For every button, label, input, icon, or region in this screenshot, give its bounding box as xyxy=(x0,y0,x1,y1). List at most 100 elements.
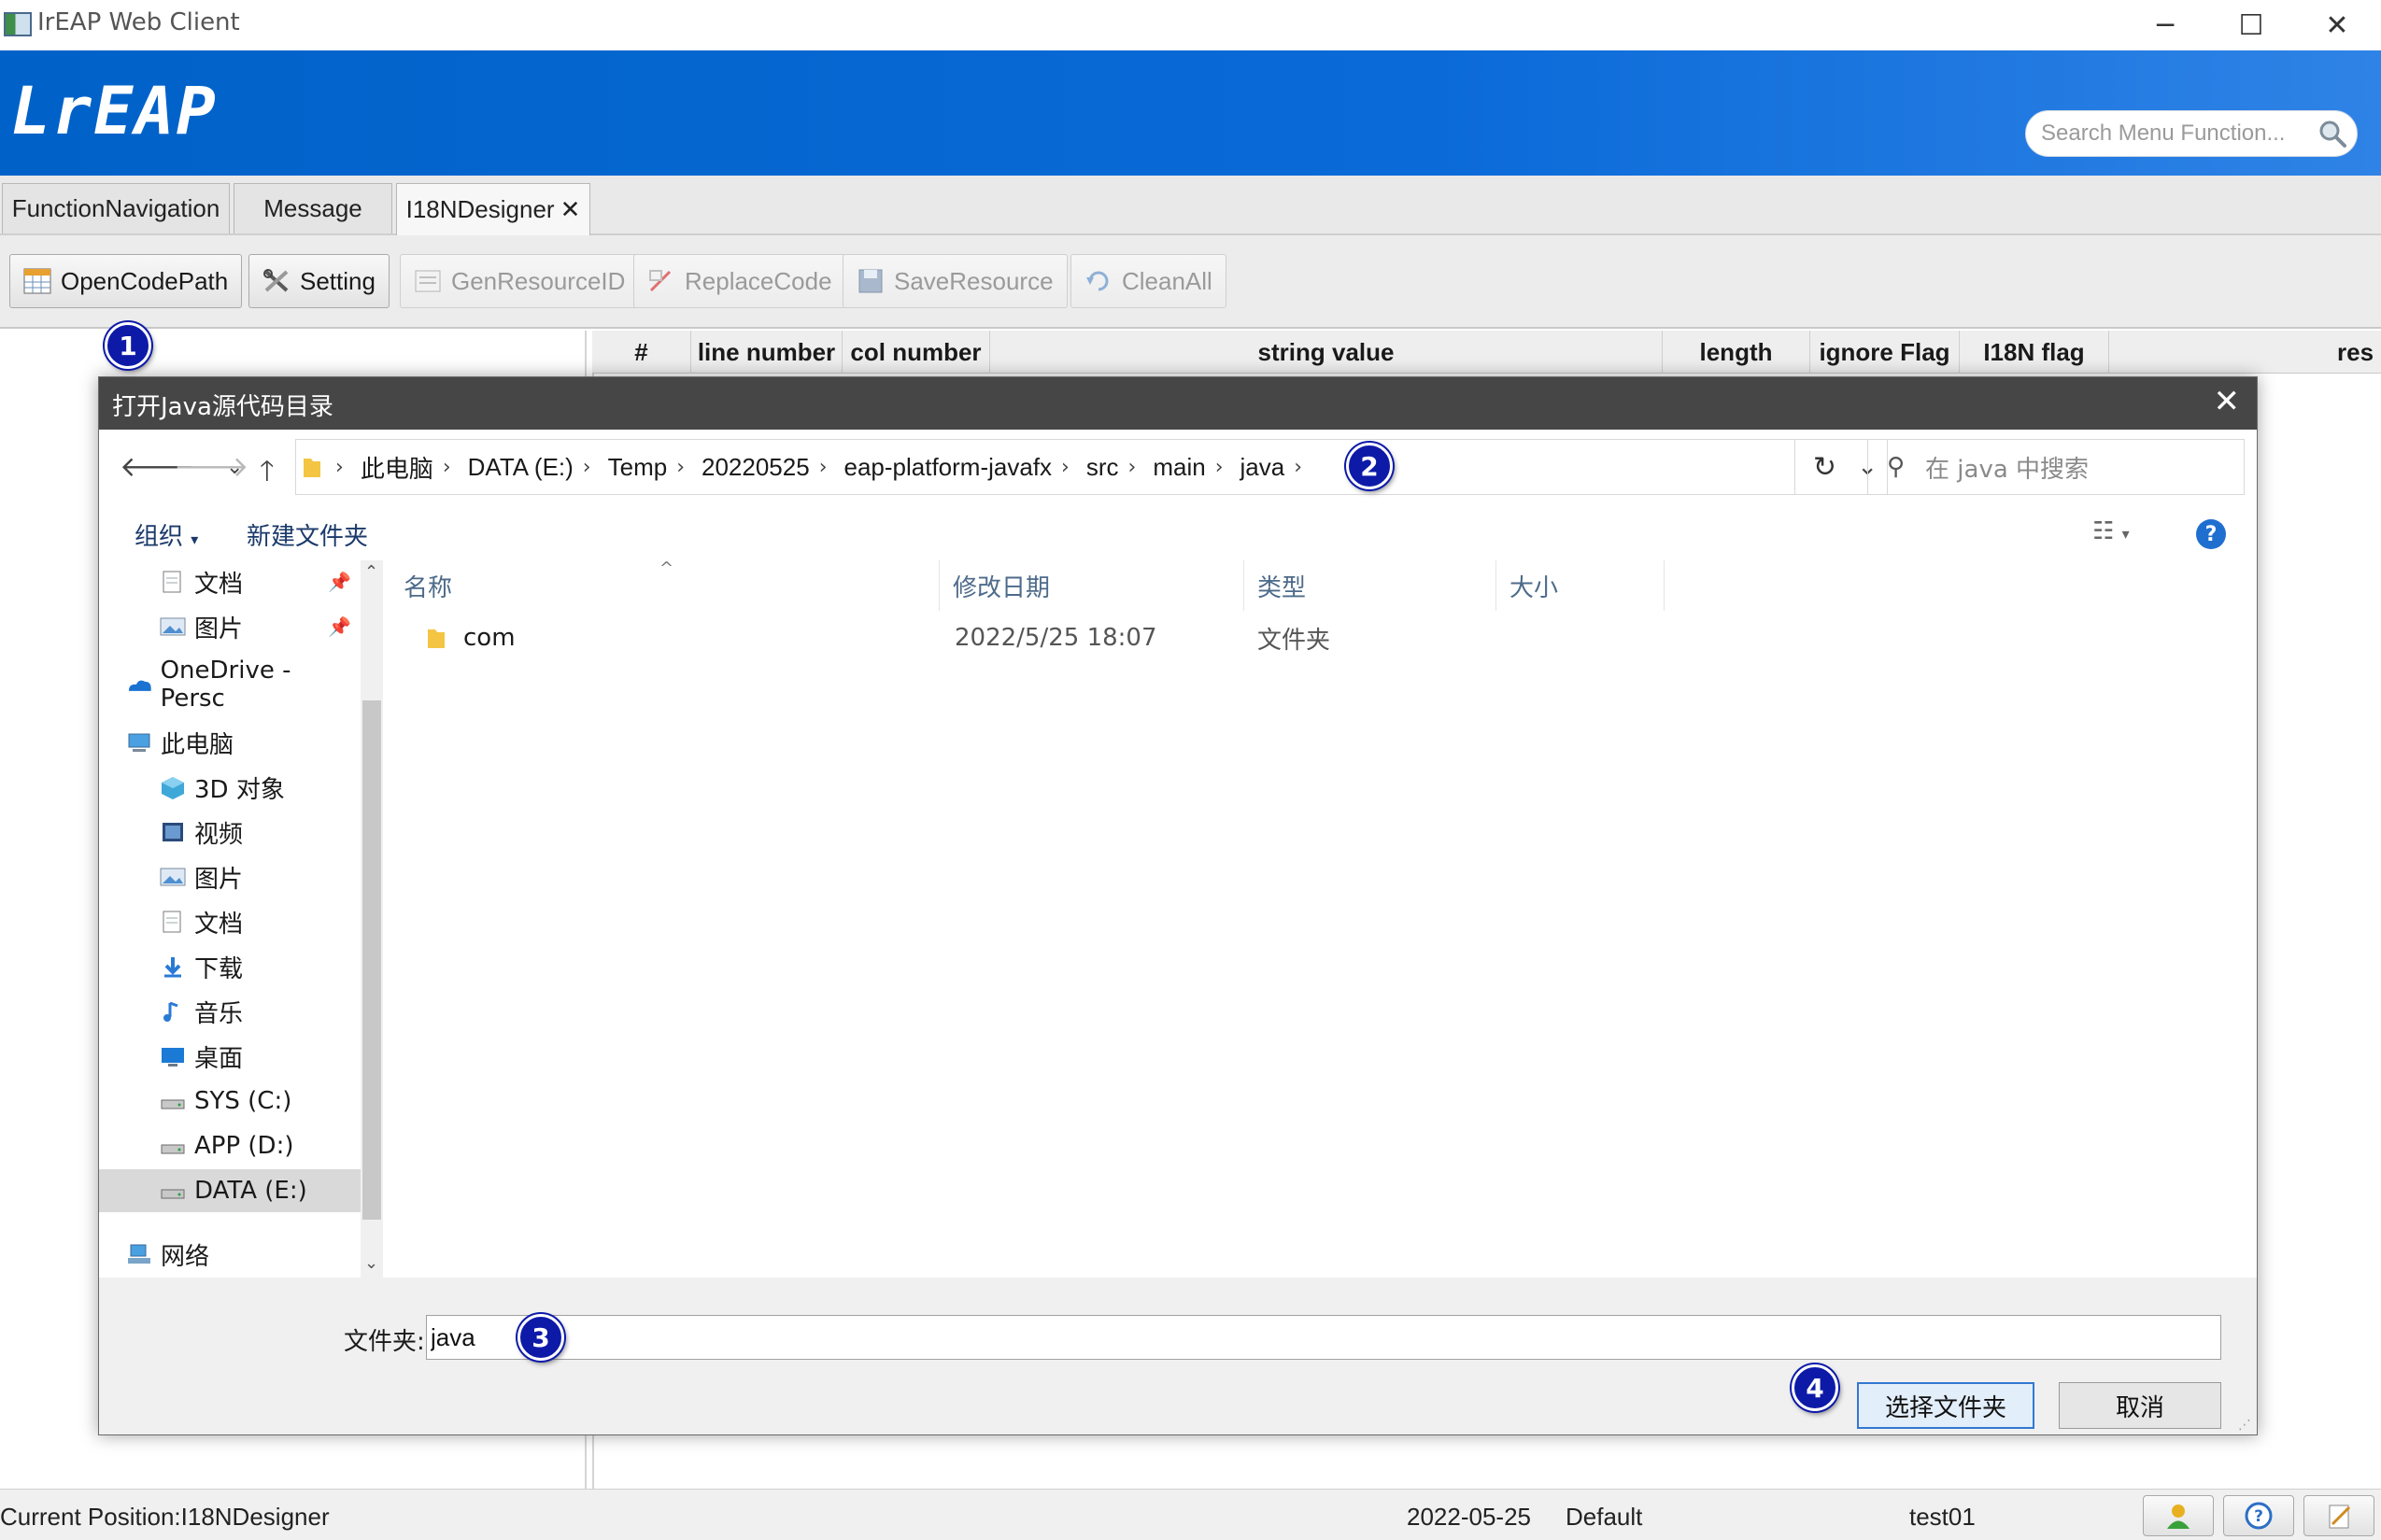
breadcrumb-separator[interactable]: › xyxy=(1215,456,1224,479)
step-marker-1: 1 xyxy=(105,322,151,369)
clean-all-button[interactable]: CleanAll xyxy=(1070,254,1226,308)
nav-item[interactable]: 3D 对象 xyxy=(99,766,361,809)
scrollbar-thumb[interactable] xyxy=(362,700,381,1220)
help-button[interactable]: ? xyxy=(2223,1495,2294,1536)
tab-message[interactable]: Message xyxy=(234,183,392,233)
gen-resource-id-button[interactable]: GenResourceID xyxy=(400,254,640,308)
breadcrumb-separator[interactable]: › xyxy=(583,456,591,479)
breadcrumb-java[interactable]: java xyxy=(1240,453,1285,482)
folder-name-input[interactable] xyxy=(426,1315,2221,1360)
maximize-button[interactable]: ☐ xyxy=(2208,0,2294,50)
column-name[interactable]: 名称 ^ xyxy=(389,558,940,611)
breadcrumb-20220525[interactable]: 20220525 xyxy=(702,453,810,482)
nav-item-label: 文档 xyxy=(194,910,244,939)
window-title-bar: IrEAP Web Client ─ ☐ ✕ xyxy=(0,0,2381,50)
file-row[interactable]: com 2022/5/25 18:07 文件夹 xyxy=(389,616,1696,659)
up-arrow-icon[interactable]: 🡑 xyxy=(260,450,275,498)
recent-dropdown-icon[interactable]: ⌄ xyxy=(226,456,243,479)
folder-search-placeholder: 在 java 中搜索 xyxy=(1925,455,2090,484)
breadcrumb-separator[interactable]: › xyxy=(819,456,828,479)
search-icon[interactable] xyxy=(2317,119,2347,148)
close-window-button[interactable]: ✕ xyxy=(2294,0,2380,50)
organize-menu[interactable]: 组织 ▾ xyxy=(135,517,198,552)
dialog-close-icon[interactable]: ✕ xyxy=(2214,383,2241,420)
nav-item[interactable]: APP (D:) xyxy=(99,1124,361,1167)
folder-search-box[interactable]: ⚲ 在 java 中搜索 xyxy=(1867,439,2245,495)
nav-item[interactable]: 图片 xyxy=(99,855,361,898)
breadcrumb-temp[interactable]: Temp xyxy=(608,453,668,482)
nav-item[interactable]: 此电脑 xyxy=(99,721,361,764)
breadcrumb-data-drive[interactable]: DATA (E:) xyxy=(468,453,574,482)
button-label: GenResourceID xyxy=(451,266,626,295)
dialog-footer: 文件夹: 选择文件夹 取消 ⋰ xyxy=(99,1278,2257,1434)
column-header-line-number[interactable]: line number xyxy=(691,331,843,374)
breadcrumb-separator[interactable]: › xyxy=(1128,456,1137,479)
breadcrumb-this-pc[interactable]: 此电脑 xyxy=(361,450,433,485)
step-marker-4: 4 xyxy=(1792,1364,1838,1411)
nav-item[interactable]: 视频 xyxy=(99,811,361,854)
minimize-button[interactable]: ─ xyxy=(2122,0,2208,50)
replace-code-button[interactable]: ReplaceCode xyxy=(633,254,846,308)
select-folder-button[interactable]: 选择文件夹 xyxy=(1857,1382,2034,1429)
dialog-help-icon[interactable]: ? xyxy=(2196,519,2226,549)
open-folder-dialog: 打开Java源代码目录 ✕ 🡐 🡒 ⌄ 🡑 › 此电脑 › DATA (E:) … xyxy=(98,376,2258,1435)
column-header-length[interactable]: length xyxy=(1663,331,1810,374)
column-header-col-number[interactable]: col number xyxy=(843,331,990,374)
notes-button[interactable] xyxy=(2303,1495,2374,1536)
folder-icon xyxy=(304,459,320,477)
refresh-button[interactable]: ↻ xyxy=(1794,439,1854,495)
column-type[interactable]: 类型 xyxy=(1244,560,1496,611)
setting-button[interactable]: Setting xyxy=(248,254,390,308)
resize-grip-icon[interactable]: ⋰ xyxy=(2238,1418,2251,1433)
nav-item[interactable]: 桌面 xyxy=(99,1035,361,1078)
new-folder-button[interactable]: 新建文件夹 xyxy=(247,517,368,552)
nav-item[interactable]: 图片 📌 xyxy=(99,605,361,648)
nav-item[interactable]: SYS (C:) xyxy=(99,1080,361,1123)
breadcrumb-main[interactable]: main xyxy=(1153,453,1205,482)
column-header-ignore-flag[interactable]: ignore Flag xyxy=(1810,331,1960,374)
nav-item[interactable]: DATA (E:) xyxy=(99,1169,361,1212)
address-bar[interactable]: › 此电脑 › DATA (E:) › Temp › 20220525 › ea… xyxy=(295,439,1888,495)
column-size[interactable]: 大小 xyxy=(1496,560,1665,611)
scroll-up-icon[interactable]: ⌃ xyxy=(364,562,378,582)
user-button[interactable] xyxy=(2143,1495,2214,1536)
file-list: 名称 ^ 修改日期 类型 大小 com 2022/5/25 18:07 文件夹 xyxy=(389,558,2257,1278)
column-header-res[interactable]: res xyxy=(2337,331,2381,374)
view-options-icon[interactable]: ☷ ▾ xyxy=(2092,517,2130,545)
nav-item[interactable]: 网络 xyxy=(99,1233,361,1276)
column-header-index[interactable]: # xyxy=(592,331,691,374)
column-modified[interactable]: 修改日期 xyxy=(940,560,1244,611)
column-header-string-value[interactable]: string value xyxy=(990,331,1663,374)
breadcrumb-separator[interactable]: › xyxy=(443,456,451,479)
navigation-scrollbar[interactable]: ⌃ ⌄ xyxy=(361,560,383,1278)
close-tab-icon[interactable]: ✕ xyxy=(560,195,581,224)
breadcrumb-separator[interactable]: › xyxy=(676,456,685,479)
nav-item[interactable]: 音乐 xyxy=(99,990,361,1033)
breadcrumb-separator[interactable]: › xyxy=(1294,456,1302,479)
column-header-i18n-flag[interactable]: I18N flag xyxy=(1960,331,2109,374)
breadcrumb-separator[interactable]: › xyxy=(1061,456,1070,479)
nav-item[interactable]: OneDrive - Persc xyxy=(99,657,361,713)
save-resource-button[interactable]: SaveResource xyxy=(843,254,1068,308)
menu-search-box[interactable] xyxy=(2025,110,2358,157)
tab-label: Message xyxy=(263,194,362,222)
pin-icon[interactable]: 📌 xyxy=(328,615,351,638)
scroll-down-icon[interactable]: ⌄ xyxy=(364,1253,378,1273)
nav-item[interactable]: 文档 xyxy=(99,900,361,943)
menu-search-input[interactable] xyxy=(2041,117,2312,150)
open-code-path-button[interactable]: OpenCodePath xyxy=(9,254,243,308)
status-user: test01 xyxy=(1909,1503,1976,1531)
cancel-button[interactable]: 取消 xyxy=(2059,1382,2221,1429)
nav-item[interactable]: 文档 📌 xyxy=(99,560,361,603)
breadcrumb-src[interactable]: src xyxy=(1086,453,1119,482)
nav-item[interactable]: 下载 xyxy=(99,945,361,988)
toolbar: OpenCodePath Setting GenResourceID Repla… xyxy=(0,235,2381,329)
address-row: 🡐 🡒 ⌄ 🡑 › 此电脑 › DATA (E:) › Temp › 20220… xyxy=(99,430,2257,506)
pin-icon[interactable]: 📌 xyxy=(328,571,351,593)
breadcrumb-eap-platform-javafx[interactable]: eap-platform-javafx xyxy=(844,453,1053,482)
button-label: Setting xyxy=(300,266,376,295)
tab-function-navigation[interactable]: FunctionNavigation xyxy=(2,183,230,233)
command-bar: 组织 ▾ 新建文件夹 ☷ ▾ ? xyxy=(99,506,2257,560)
brand-header: LrEAP xyxy=(0,50,2381,176)
tab-i18n-designer[interactable]: I18NDesigner ✕ xyxy=(396,183,590,235)
